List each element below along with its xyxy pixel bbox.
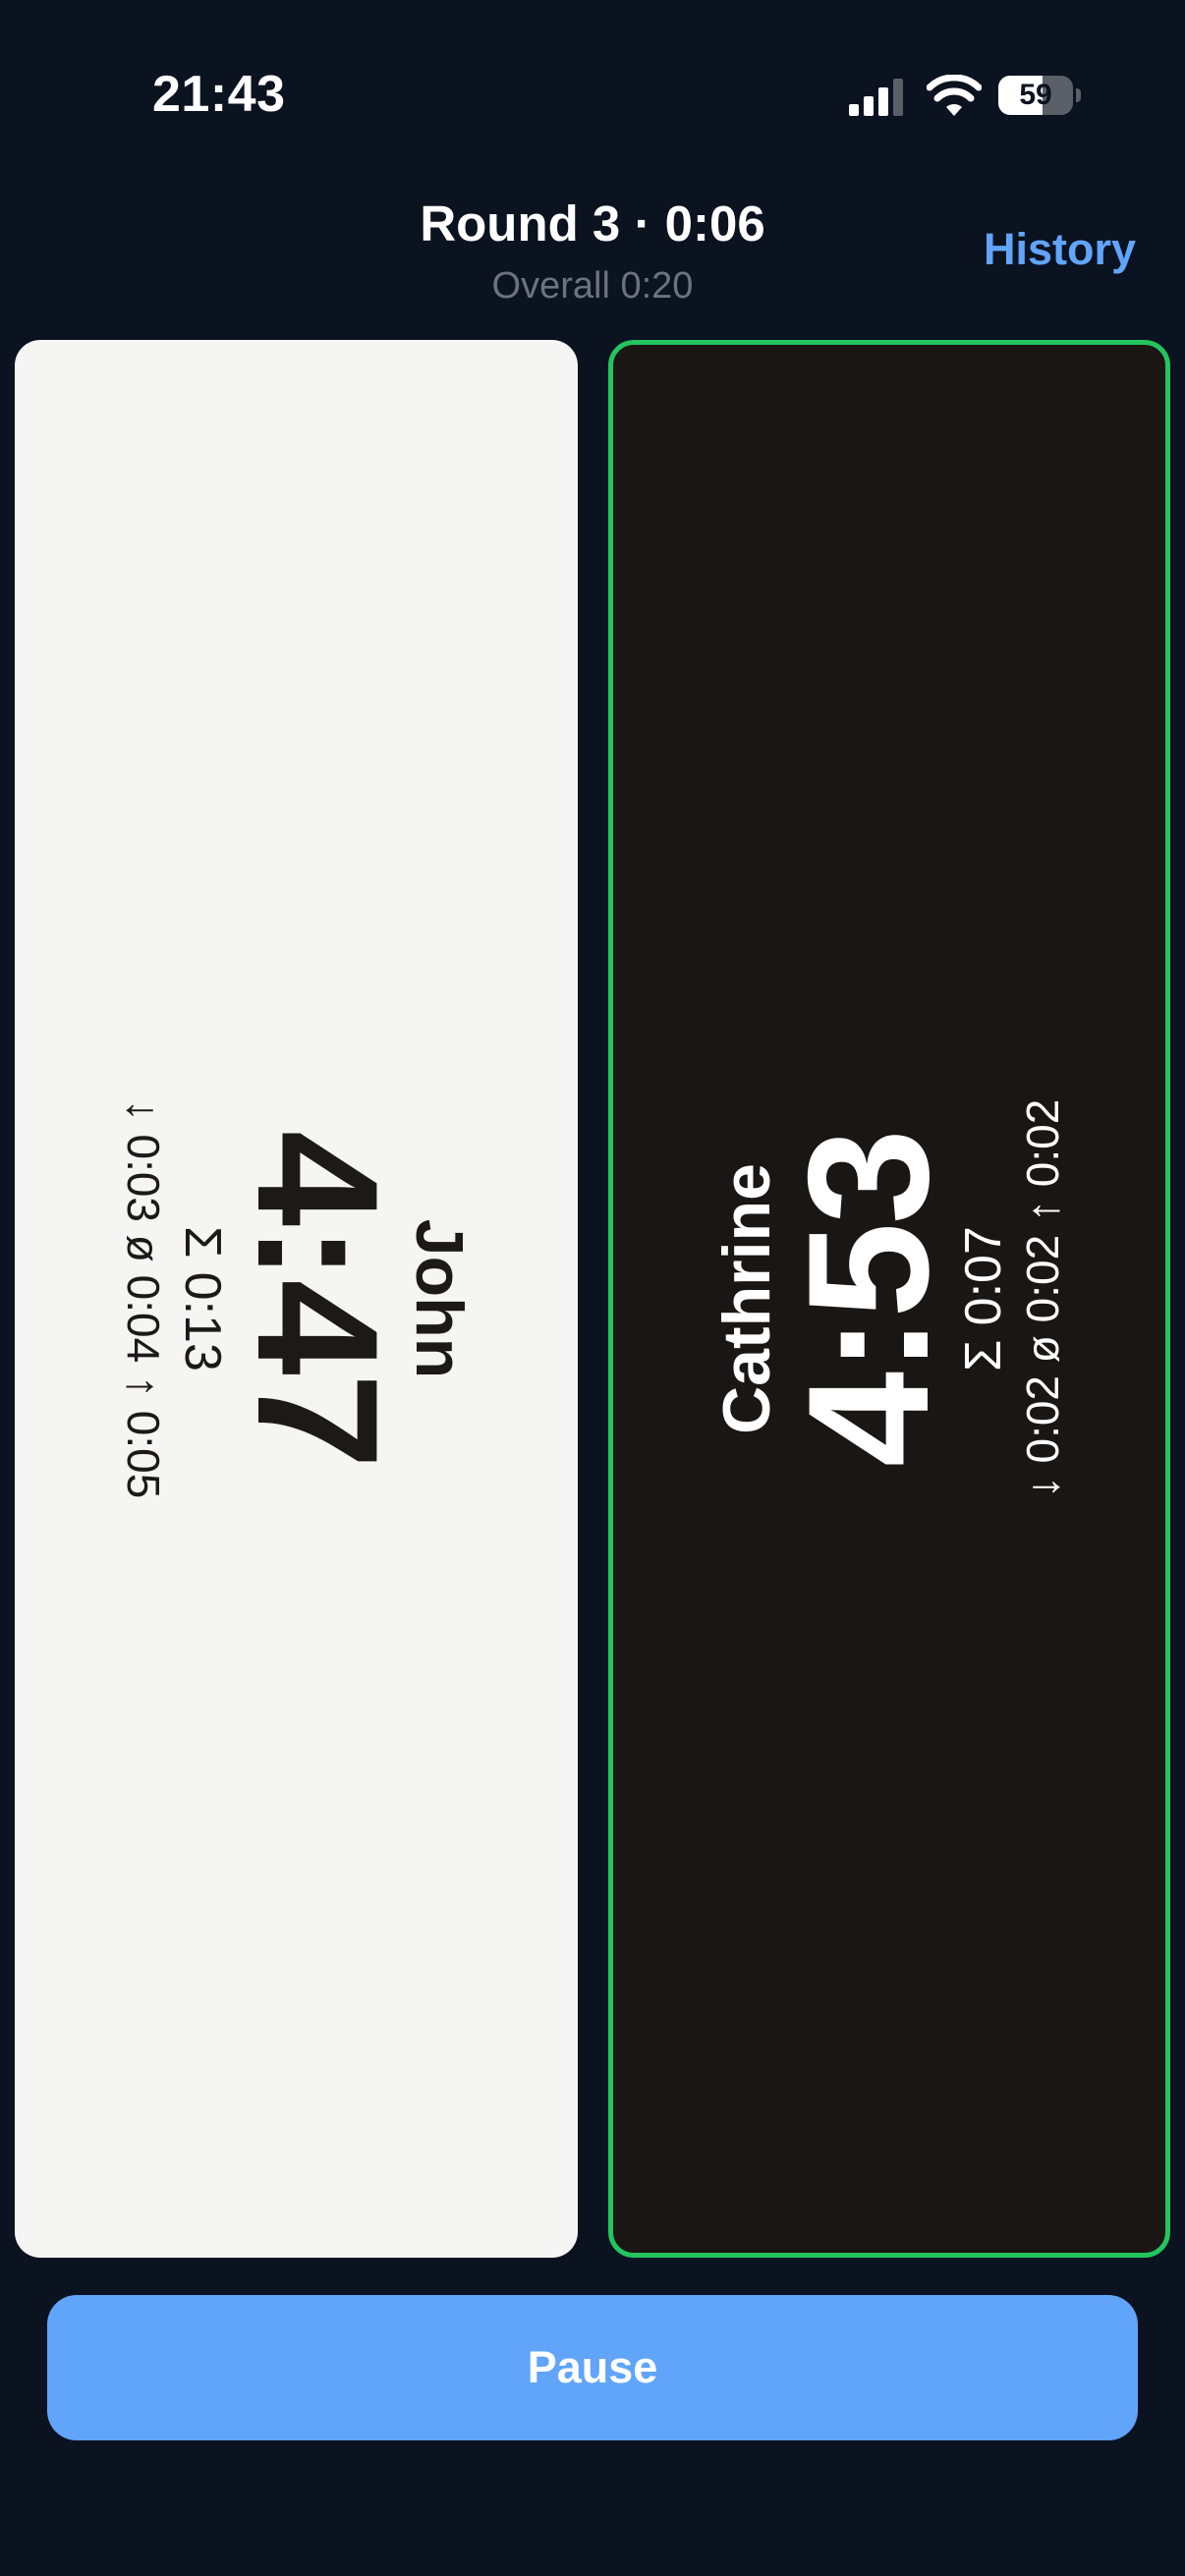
player-total-time: Σ 0:13 [173, 1226, 231, 1372]
player-info: Cathrine 4:53 Σ 0:07 ↓ 0:02 ø 0:02 ↑ 0:0… [707, 1099, 1071, 1499]
status-time: 21:43 [152, 66, 286, 123]
history-button[interactable]: History [984, 224, 1136, 275]
player-panel-john[interactable]: John 4:47 Σ 0:13 ↓ 0:03 ø 0:04 ↑ 0:05 [15, 340, 578, 2258]
battery-level: 59 [1019, 79, 1052, 111]
player-turn-stats: ↓ 0:02 ø 0:02 ↑ 0:02 [1017, 1098, 1068, 1499]
battery-icon: 59 [998, 76, 1081, 115]
player-turn-stats: ↓ 0:03 ø 0:04 ↑ 0:05 [117, 1098, 169, 1499]
player-clock: 4:53 [773, 1130, 965, 1468]
wifi-icon [927, 75, 982, 116]
player-total-time: Σ 0:07 [955, 1226, 1012, 1372]
player-panel-cathrine[interactable]: Cathrine 4:53 Σ 0:07 ↓ 0:02 ø 0:02 ↑ 0:0… [608, 340, 1170, 2258]
pause-button[interactable]: Pause [47, 2295, 1138, 2440]
signal-icon [849, 79, 903, 116]
player-info: John 4:47 Σ 0:13 ↓ 0:03 ø 0:04 ↑ 0:05 [115, 1099, 479, 1499]
player-clock: 4:47 [220, 1130, 413, 1468]
